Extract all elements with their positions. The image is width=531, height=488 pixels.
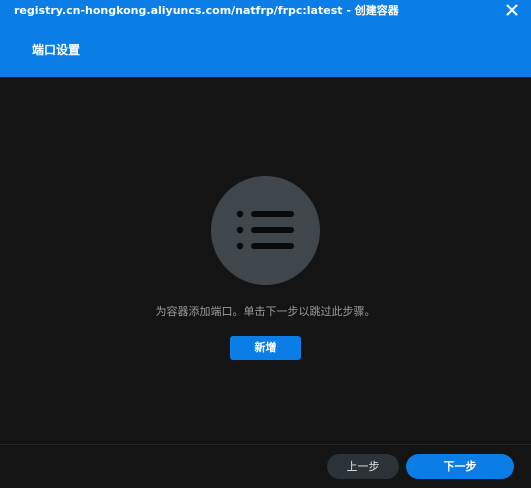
list-icon [236, 210, 294, 250]
next-step-button[interactable]: 下一步 [406, 454, 514, 479]
port-settings-panel: 为容器添加端口。单击下一步以跳过此步骤。 新增 [0, 77, 531, 444]
empty-state-icon-circle [211, 176, 320, 285]
window-title: registry.cn-hongkong.aliyuncs.com/natfrp… [14, 4, 399, 17]
section-title: 端口设置 [32, 43, 81, 57]
dialog-footer: 上一步 下一步 [0, 444, 531, 488]
dialog-header: registry.cn-hongkong.aliyuncs.com/natfrp… [0, 0, 531, 77]
add-port-button[interactable]: 新增 [230, 336, 301, 360]
close-icon [506, 4, 518, 16]
empty-state-hint: 为容器添加端口。单击下一步以跳过此步骤。 [155, 305, 376, 318]
previous-step-button[interactable]: 上一步 [327, 454, 399, 479]
close-button[interactable] [502, 0, 522, 20]
